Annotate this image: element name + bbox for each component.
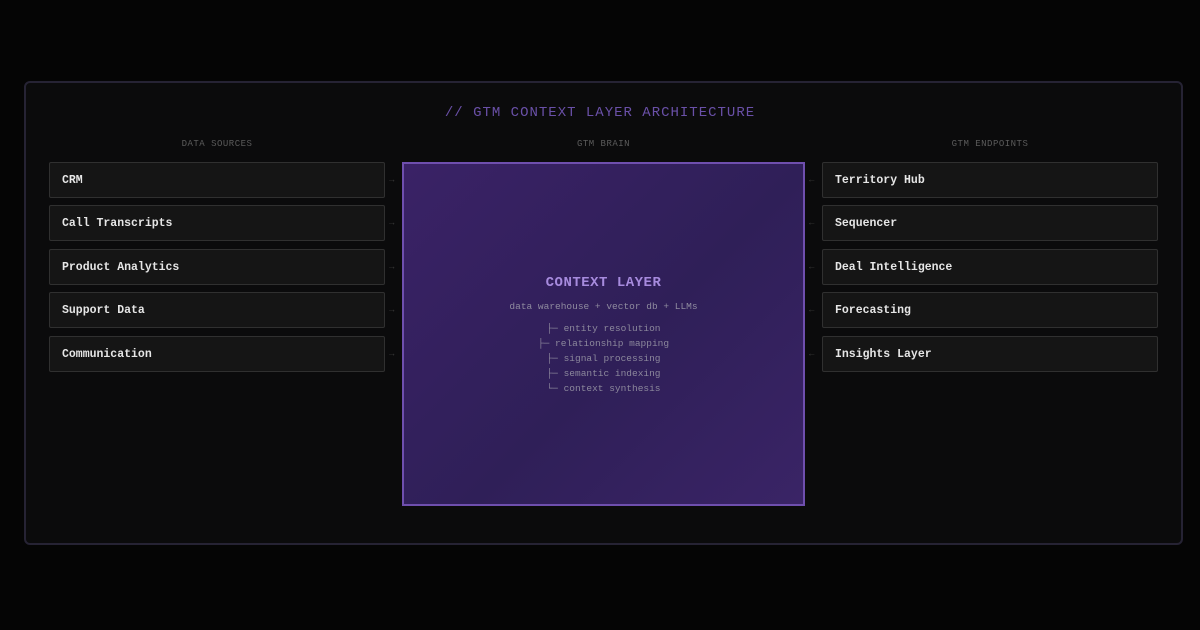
capability-item: ├─ signal processing [546, 353, 661, 364]
endpoint-node-territory-hub: Territory Hub [822, 162, 1158, 198]
capability-item: └─ context synthesis [546, 383, 661, 394]
inbound-arrow: → [389, 262, 395, 272]
endpoint-node-forecasting: Forecasting [822, 292, 1158, 328]
capability-item: ├─ relationship mapping [537, 338, 670, 349]
source-label: Support Data [62, 303, 145, 317]
diagram-title: // GTM CONTEXT LAYER ARCHITECTURE [444, 105, 756, 121]
source-node-communication: Communication [49, 336, 385, 372]
inbound-arrow: → [389, 175, 395, 185]
source-label: Product Analytics [62, 260, 180, 274]
brain-heading: GTM BRAIN [576, 139, 631, 149]
outbound-arrow: ← [809, 175, 815, 185]
source-node-product-analytics: Product Analytics [49, 249, 385, 285]
inbound-arrow: → [389, 305, 395, 315]
endpoint-label: Forecasting [835, 303, 911, 317]
inbound-arrow: → [389, 349, 395, 359]
endpoint-label: Insights Layer [835, 347, 932, 361]
endpoint-label: Territory Hub [835, 173, 925, 187]
capability-item: ├─ semantic indexing [546, 368, 661, 379]
outbound-arrow: ← [809, 305, 815, 315]
capability-item: ├─ entity resolution [546, 323, 661, 334]
endpoint-label: Deal Intelligence [835, 260, 953, 274]
endpoints-heading: GTM ENDPOINTS [951, 139, 1029, 149]
outbound-arrow: ← [809, 349, 815, 359]
context-layer-capabilities: ├─ entity resolution ├─ relationship map… [404, 321, 803, 396]
endpoint-node-deal-intelligence: Deal Intelligence [822, 249, 1158, 285]
source-label: CRM [62, 173, 83, 187]
source-node-call-transcripts: Call Transcripts [49, 205, 385, 241]
outbound-arrow: ← [809, 262, 815, 272]
endpoint-label: Sequencer [835, 216, 898, 230]
outbound-arrow: ← [809, 218, 815, 228]
source-label: Call Transcripts [62, 216, 173, 230]
endpoint-node-sequencer: Sequencer [822, 205, 1158, 241]
source-node-support-data: Support Data [49, 292, 385, 328]
inbound-arrow: → [389, 218, 395, 228]
context-layer-title: CONTEXT LAYER [545, 275, 662, 291]
source-label: Communication [62, 347, 152, 361]
context-layer-box: CONTEXT LAYER data warehouse + vector db… [402, 162, 805, 506]
source-node-crm: CRM [49, 162, 385, 198]
sources-heading: DATA SOURCES [181, 139, 253, 149]
endpoint-node-insights-layer: Insights Layer [822, 336, 1158, 372]
context-layer-subtitle: data warehouse + vector db + LLMs [509, 301, 698, 312]
